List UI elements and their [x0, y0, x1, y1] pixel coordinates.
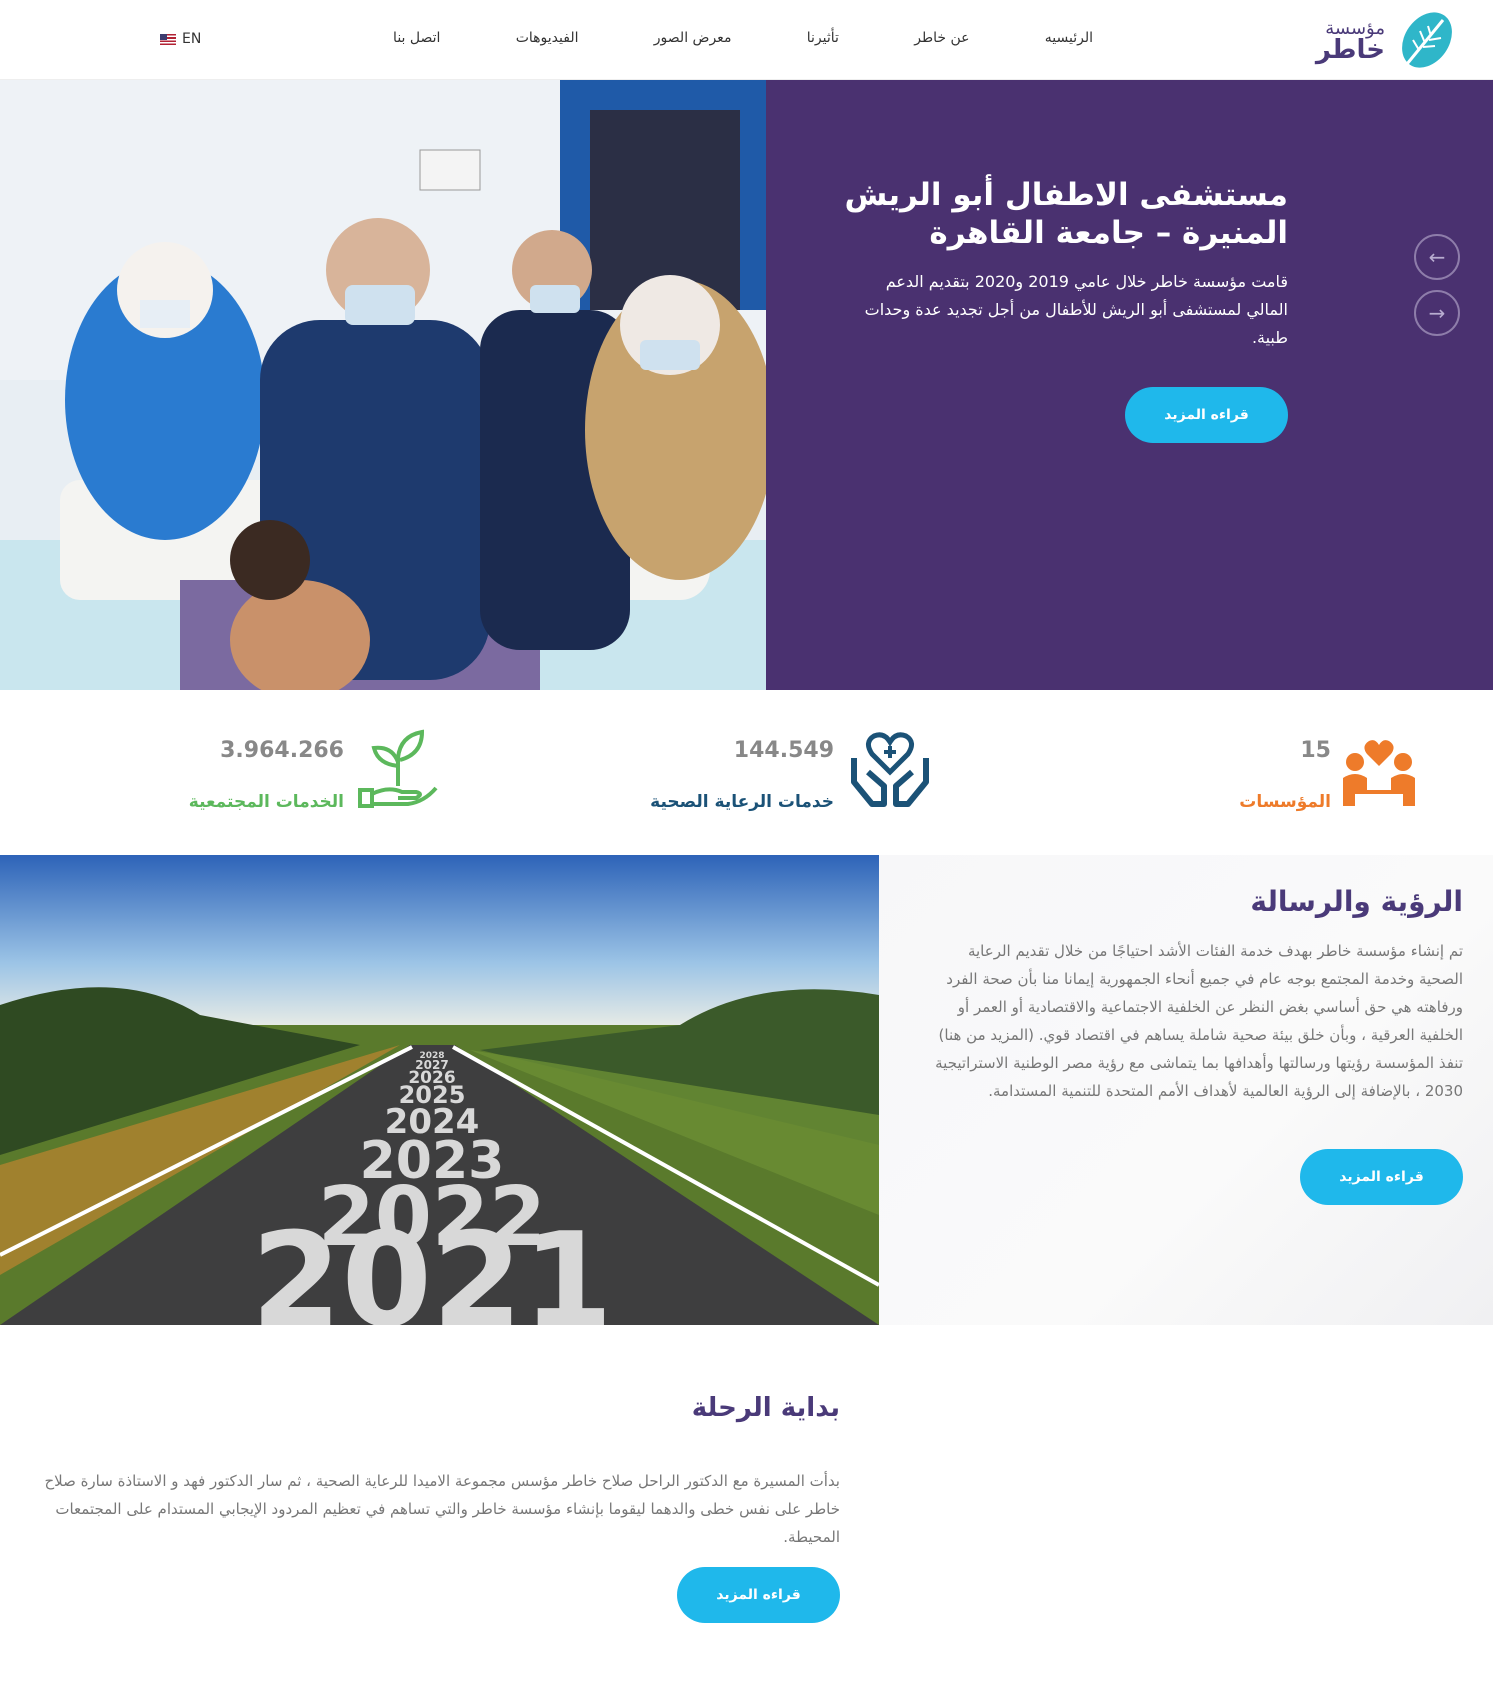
journey-section: بداية الرحلة بدأت المسيرة مع الدكتور الر… [0, 1325, 1493, 1694]
arrow-right-icon: → [1428, 301, 1446, 325]
stat-institutions-value: 15 [1300, 738, 1331, 763]
hero-photo [0, 80, 766, 690]
journey-read-more-button[interactable]: قراءه المزيد [677, 1567, 840, 1623]
stats-bar: 15 المؤسسات 144.549 خدمات الرعاية الصحية… [0, 690, 1493, 855]
hospital-visit-photo [0, 80, 766, 690]
brand-logo[interactable]: مؤسسة خاطر [1261, 6, 1461, 74]
hero-text: قامت مؤسسة خاطر خلال عامي 2019 و2020 بتق… [864, 272, 1288, 347]
language-label: EN [182, 31, 202, 47]
stat-community: 3.964.266 الخدمات المجتمعية [189, 729, 438, 828]
main-nav: الرئيسيه عن خاطر تأثيرنا معرض الصور الفي… [393, 30, 1093, 46]
brand-name-bottom: خاطر [1315, 35, 1385, 65]
hero-slider: مستشفى الاطفال أبو الريش المنيرة – جامعة… [0, 80, 1493, 690]
stat-community-label: الخدمات المجتمعية [188, 792, 344, 812]
language-switch[interactable]: EN [160, 31, 201, 47]
nav-home[interactable]: الرئيسيه [1045, 30, 1093, 46]
stat-community-value: 3.964.266 [220, 738, 344, 763]
stat-institutions-label: المؤسسات [1239, 792, 1331, 812]
journey-text: بدأت المسيرة مع الدكتور الراحل صلاح خاطر… [44, 1472, 840, 1546]
hands-heart-icon [851, 732, 929, 807]
journey-title: بداية الرحلة [691, 1393, 840, 1423]
vision-section: 2021 2022 2023 2024 2025 2026 2027 2028 … [0, 855, 1493, 1325]
us-flag-icon [160, 33, 176, 45]
site-header: مؤسسة خاطر الرئيسيه عن خاطر تأثيرنا معرض… [0, 0, 1493, 80]
vision-title: الرؤية والرسالة [1250, 885, 1463, 918]
road-year-2028: 2028 [419, 1051, 444, 1061]
slider-prev-button[interactable]: ← [1414, 234, 1460, 280]
stat-healthcare-label: خدمات الرعاية الصحية [650, 792, 834, 812]
hero-title: مستشفى الاطفال أبو الريش المنيرة – جامعة… [844, 177, 1288, 251]
hero-panel: مستشفى الاطفال أبو الريش المنيرة – جامعة… [766, 80, 1493, 690]
brand-name: مؤسسة خاطر [1316, 18, 1385, 65]
vision-text: تم إنشاء مؤسسة خاطر بهدف خدمة الفئات الأ… [935, 942, 1463, 1100]
nav-gallery[interactable]: معرض الصور [654, 30, 732, 46]
slider-next-button[interactable]: → [1414, 290, 1460, 336]
nav-about[interactable]: عن خاطر [914, 30, 969, 46]
stat-healthcare-value: 144.549 [733, 738, 834, 763]
nav-impact[interactable]: تأثيرنا [807, 30, 839, 46]
road-years-image: 2021 2022 2023 2024 2025 2026 2027 2028 [0, 855, 879, 1325]
nav-videos[interactable]: الفيديوهات [516, 30, 579, 46]
vision-panel: الرؤية والرسالة تم إنشاء مؤسسة خاطر بهدف… [879, 855, 1493, 1325]
vision-read-more-button[interactable]: قراءه المزيد [1300, 1149, 1463, 1205]
hero-read-more-button[interactable]: قراءه المزيد [1125, 387, 1288, 443]
plant-hand-icon [358, 729, 438, 808]
nav-contact[interactable]: اتصل بنا [393, 30, 440, 46]
road-photo: 2021 2022 2023 2024 2025 2026 2027 2028 [0, 855, 879, 1325]
stat-healthcare: 144.549 خدمات الرعاية الصحية [650, 732, 930, 828]
arrow-left-icon: ← [1428, 245, 1446, 269]
leaf-logo-icon [1402, 12, 1452, 68]
people-heart-icon [1343, 740, 1415, 806]
stat-institutions: 15 المؤسسات [1217, 738, 1417, 828]
